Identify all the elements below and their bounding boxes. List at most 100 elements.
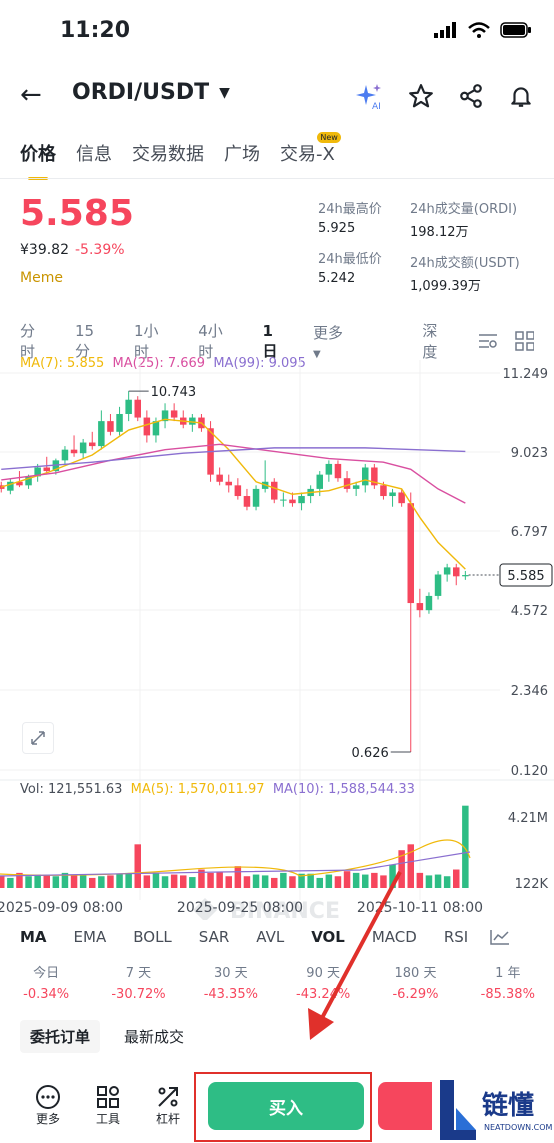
- high-value: 5.925: [318, 221, 356, 236]
- candle-body: [298, 496, 305, 504]
- indicator-sar[interactable]: SAR: [199, 928, 229, 946]
- caret-down-icon: ▼: [313, 348, 321, 360]
- tab-latest-trades[interactable]: 最新成交: [124, 1026, 184, 1047]
- volume-bar: [189, 877, 196, 888]
- candle-body: [243, 496, 251, 507]
- volume-bar: [180, 875, 187, 888]
- candle-body: [280, 499, 287, 501]
- volume-bar: [216, 872, 223, 888]
- vol-value: Vol: 121,551.63: [20, 782, 123, 797]
- volume-bar: [79, 875, 87, 888]
- indicator-rsi[interactable]: RSI: [444, 928, 468, 946]
- y-tick-label: 2.346: [511, 684, 548, 699]
- svg-text:AI: AI: [372, 102, 381, 110]
- volume-bar: [280, 872, 287, 888]
- volume-bar: [289, 876, 296, 888]
- main-tabs: 价格 信息 交易数据 广场 交易-X New: [20, 132, 341, 180]
- candle-body: [170, 410, 178, 418]
- back-arrow-icon[interactable]: ←: [20, 80, 42, 110]
- candle-body: [225, 481, 232, 486]
- volume-bar: [243, 876, 251, 888]
- volume-bar: [234, 866, 242, 888]
- volume-bar: [225, 876, 232, 888]
- header: ← ORDI/USDT ▼ AI: [0, 70, 554, 120]
- bell-icon[interactable]: [508, 83, 534, 109]
- tab-info[interactable]: 信息: [76, 140, 112, 166]
- candle-body: [271, 481, 278, 500]
- candle-body: [434, 574, 442, 596]
- indicator-chart-icon[interactable]: [489, 928, 511, 946]
- signal-icon: [434, 22, 456, 38]
- y-tick-label: 0.120: [511, 764, 548, 779]
- order-tabs: 委托订单 最新成交: [20, 1020, 184, 1053]
- volume-bar: [43, 875, 50, 888]
- volume-bar: [207, 872, 214, 888]
- tab-open-orders[interactable]: 委托订单: [20, 1020, 101, 1053]
- period-today: 今日 -0.34%: [23, 966, 70, 1002]
- tools-button[interactable]: 工具: [88, 1084, 128, 1127]
- share-icon[interactable]: [458, 83, 484, 109]
- y-tick-label: 11.249: [503, 367, 549, 382]
- layout-grid-icon[interactable]: [514, 331, 534, 351]
- interval-more-label: 更多: [313, 323, 344, 342]
- buy-button[interactable]: 买入: [208, 1082, 364, 1130]
- candle-body: [389, 492, 396, 497]
- volume-bar: [416, 872, 424, 888]
- candle-body: [143, 417, 151, 436]
- interval-more[interactable]: 更多 ▼: [313, 322, 404, 361]
- tab-price[interactable]: 价格: [20, 140, 56, 180]
- volume-bar: [7, 877, 14, 888]
- candle-body: [362, 467, 369, 486]
- x-tick-label: 2025-09-09 08:00: [0, 900, 123, 916]
- chart-settings-icon[interactable]: [477, 331, 498, 351]
- star-icon[interactable]: [408, 83, 434, 109]
- status-time: 11:20: [60, 18, 131, 43]
- tools-label: 工具: [95, 1112, 120, 1126]
- candle-body: [334, 463, 342, 479]
- caret-down-icon: ▼: [219, 84, 230, 101]
- meme-tag[interactable]: Meme: [20, 270, 63, 286]
- y-tick-label: 6.797: [511, 525, 548, 540]
- amount-label: 24h成交额(USDT): [410, 256, 520, 271]
- candle-body: [107, 421, 114, 432]
- tab-trade-x[interactable]: 交易-X New: [280, 132, 341, 166]
- pair-selector[interactable]: ORDI/USDT ▼: [72, 80, 230, 105]
- interval-depth[interactable]: 深度: [422, 320, 451, 362]
- more-button[interactable]: 更多: [28, 1084, 68, 1127]
- watermark-logo: 链懂 NEATDOWN.COM: [432, 1078, 554, 1143]
- interval-15m[interactable]: 15分: [75, 322, 108, 361]
- more-dots-icon: [36, 1085, 60, 1109]
- volume-bar: [98, 876, 105, 888]
- candle-body: [216, 474, 223, 482]
- low-label: 24h最低价: [318, 252, 382, 267]
- candle-body: [453, 567, 460, 577]
- kline-chart[interactable]: BINANCE 11.2499.0236.7974.5722.3460.1201…: [0, 360, 554, 920]
- volume-bar: [453, 869, 460, 888]
- vol-legend: Vol: 121,551.63 MA(5): 1,570,011.97 MA(1…: [20, 782, 415, 797]
- candle-body: [443, 567, 451, 575]
- volume-bar: [261, 875, 269, 888]
- tab-trading-data[interactable]: 交易数据: [132, 140, 204, 166]
- new-badge: New: [317, 132, 341, 143]
- interval-1d[interactable]: 1日: [262, 322, 287, 361]
- volume-bar: [252, 874, 260, 888]
- expand-icon[interactable]: [22, 722, 54, 754]
- leverage-button[interactable]: 杠杆: [148, 1084, 188, 1127]
- candle-body: [70, 449, 78, 454]
- volume-bar: [134, 844, 141, 888]
- indicator-avl[interactable]: AVL: [256, 928, 284, 946]
- battery-icon: [500, 22, 531, 38]
- candle-body: [316, 474, 323, 489]
- candle-body: [252, 488, 260, 507]
- indicator-ema[interactable]: EMA: [74, 928, 107, 946]
- header-icons: AI: [356, 82, 534, 110]
- ai-sparkle-icon[interactable]: AI: [356, 82, 384, 110]
- low-value: 5.242: [318, 271, 356, 286]
- indicator-boll[interactable]: BOLL: [133, 928, 172, 946]
- volume-bar: [52, 876, 60, 888]
- indicator-ma[interactable]: MA: [20, 928, 47, 946]
- tab-square[interactable]: 广场: [224, 140, 260, 166]
- volume-bar: [0, 875, 5, 888]
- candle-body: [289, 499, 296, 504]
- svg-text:链懂: 链懂: [482, 1090, 534, 1121]
